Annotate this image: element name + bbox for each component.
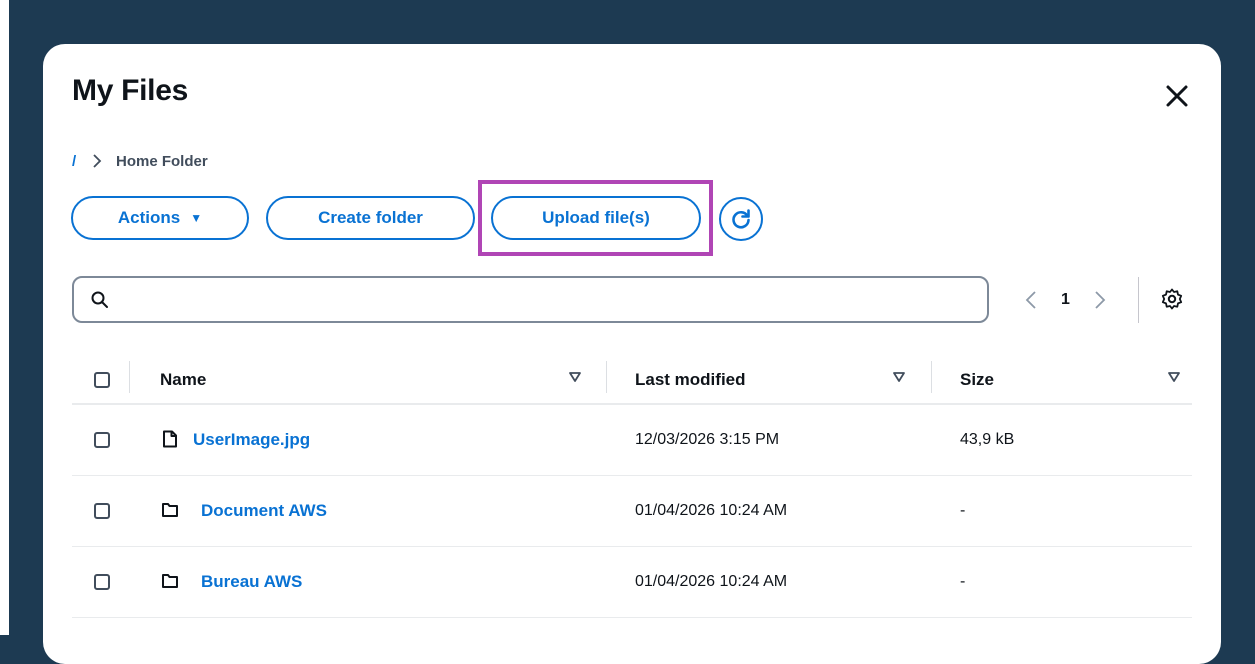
chevron-right-icon[interactable] — [1088, 289, 1110, 311]
row-checkbox[interactable] — [94, 503, 110, 519]
table-header: Name Last modified Size — [72, 357, 1192, 405]
size-value: - — [960, 573, 966, 590]
page-edge — [0, 0, 9, 635]
folder-icon — [162, 574, 178, 588]
close-icon[interactable] — [1160, 79, 1194, 113]
folder-name-link[interactable]: Bureau AWS — [201, 572, 302, 592]
row-checkbox[interactable] — [94, 432, 110, 448]
actions-label: Actions — [117, 208, 181, 227]
search-input[interactable] — [122, 286, 976, 316]
column-header-last-modified[interactable]: Last modified — [635, 357, 746, 403]
column-header-size[interactable]: Size — [960, 357, 994, 403]
caret-down-icon: ▼ — [190, 211, 203, 225]
last-modified-value: 01/04/2026 10:24 AM — [635, 502, 788, 519]
folder-name-link[interactable]: Document AWS — [201, 501, 327, 521]
size-value: 43,9 kB — [960, 431, 1015, 448]
sort-down-icon[interactable] — [892, 370, 906, 384]
pagination-divider — [1138, 277, 1139, 323]
column-header-name[interactable]: Name — [160, 357, 206, 403]
search-field[interactable] — [72, 276, 989, 323]
column-divider — [606, 361, 607, 393]
upload-files-button[interactable]: Upload file(s) — [491, 196, 701, 240]
size-value: - — [960, 502, 966, 519]
search-icon — [91, 291, 108, 308]
chevron-right-icon — [93, 154, 102, 168]
pagination: 1 — [1021, 284, 1110, 316]
column-divider — [931, 361, 932, 393]
row-checkbox[interactable] — [94, 574, 110, 590]
breadcrumb-current: Home Folder — [116, 152, 208, 170]
file-name-link[interactable]: UserImage.jpg — [193, 430, 310, 450]
chevron-left-icon[interactable] — [1021, 289, 1043, 311]
breadcrumb-root-link[interactable]: / — [72, 153, 82, 170]
folder-icon — [162, 503, 178, 517]
refresh-button[interactable] — [719, 197, 763, 241]
gear-icon[interactable] — [1160, 287, 1184, 311]
select-all-checkbox[interactable] — [94, 372, 110, 388]
table-row[interactable]: UserImage.jpg 12/03/2026 3:15 PM 43,9 kB — [72, 405, 1192, 476]
breadcrumb: / Home Folder — [72, 150, 208, 172]
refresh-icon — [732, 209, 750, 229]
upload-files-label: Upload file(s) — [542, 208, 650, 227]
modal-title: My Files — [72, 74, 188, 107]
last-modified-value: 01/04/2026 10:24 AM — [635, 573, 788, 590]
sort-down-icon[interactable] — [568, 370, 582, 384]
column-divider — [129, 361, 130, 393]
actions-dropdown-button[interactable]: Actions ▼ — [71, 196, 249, 240]
create-folder-button[interactable]: Create folder — [266, 196, 475, 240]
table-row[interactable]: Bureau AWS 01/04/2026 10:24 AM - — [72, 547, 1192, 618]
my-files-modal: My Files / Home Folder Actions ▼ Create … — [43, 44, 1221, 664]
page-number[interactable]: 1 — [1061, 291, 1070, 309]
table-row[interactable]: Document AWS 01/04/2026 10:24 AM - — [72, 476, 1192, 547]
create-folder-label: Create folder — [318, 208, 423, 227]
sort-down-icon[interactable] — [1167, 370, 1181, 384]
file-icon — [163, 430, 177, 448]
last-modified-value: 12/03/2026 3:15 PM — [635, 431, 780, 448]
